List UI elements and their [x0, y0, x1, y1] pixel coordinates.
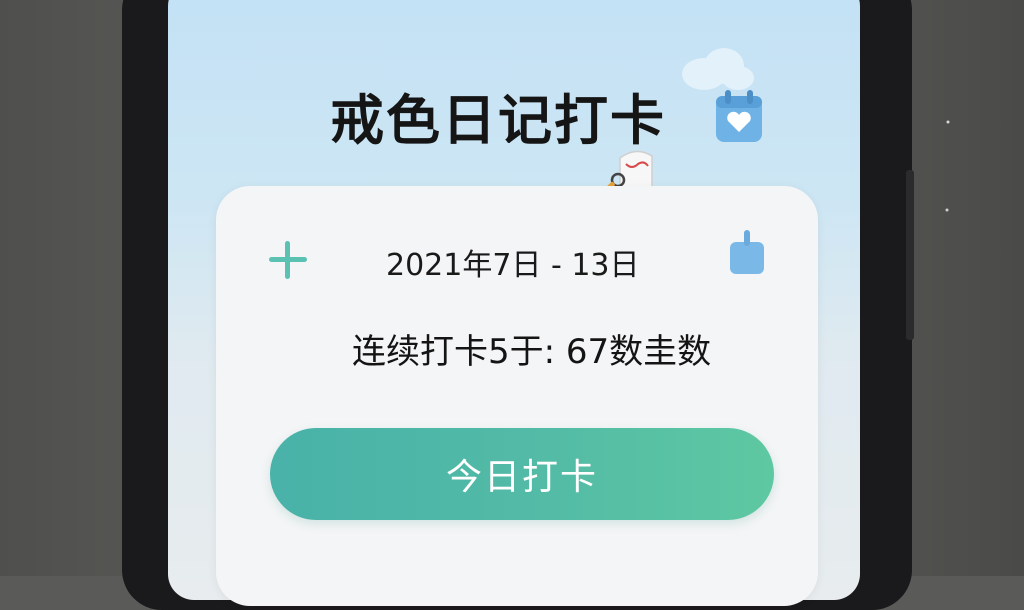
bag-icon[interactable] [728, 228, 766, 276]
calendar-heart-icon[interactable] [714, 88, 764, 144]
plus-icon[interactable] [266, 238, 310, 282]
phone-side-button [906, 170, 914, 340]
background-dots [945, 120, 950, 212]
cloud-icon [682, 48, 754, 90]
streak-count-text: 连续打卡5于: 67数圭数 [352, 332, 712, 372]
page-title: 戒色日记打卡 [330, 89, 666, 152]
checkin-today-button[interactable]: 今日打卡 [270, 428, 774, 520]
date-range: 2021年7日 - 13日 [386, 248, 640, 283]
